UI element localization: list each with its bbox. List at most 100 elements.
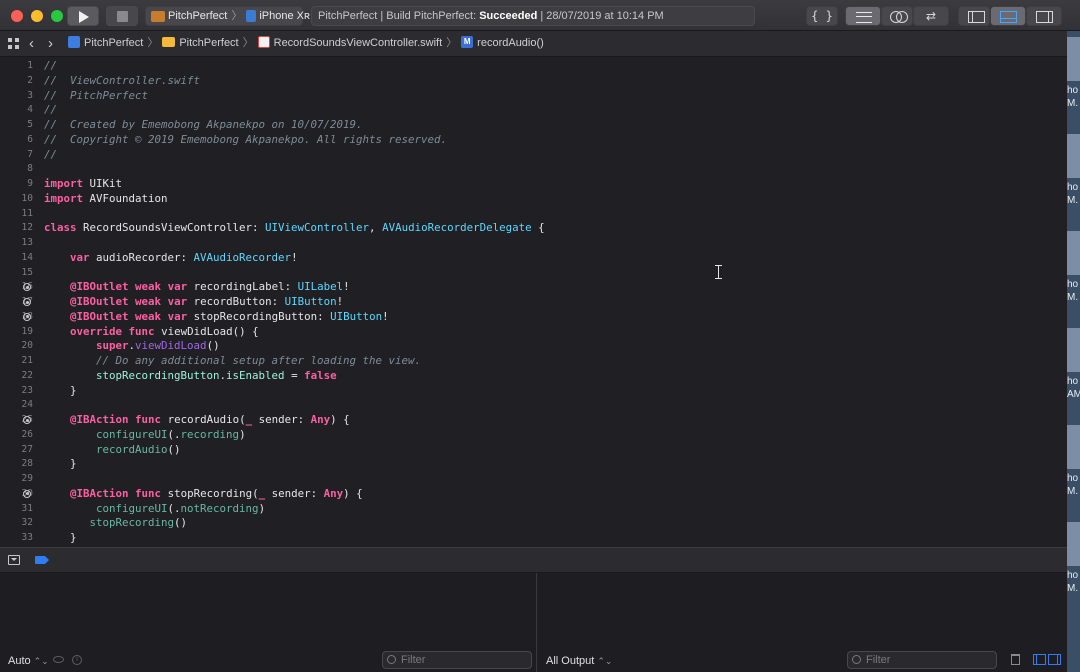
code-line[interactable]: 32 stopRecording() xyxy=(0,516,1067,531)
line-number[interactable]: 23 xyxy=(14,384,33,399)
code-line[interactable]: 14 var audioRecorder: AVAudioRecorder! xyxy=(0,251,1067,266)
back-chevron-icon[interactable]: ‹ xyxy=(29,36,34,51)
desktop-file-thumbnail[interactable] xyxy=(1067,231,1080,275)
line-number[interactable]: 10 xyxy=(14,192,33,207)
desktop-file-thumbnail[interactable] xyxy=(1067,328,1080,372)
code-line[interactable]: 24 xyxy=(0,398,1067,413)
line-number[interactable]: 3 xyxy=(14,89,33,104)
line-number[interactable]: 12 xyxy=(14,221,33,236)
code-line[interactable]: 27 recordAudio() xyxy=(0,443,1067,458)
close-window-button[interactable] xyxy=(11,10,23,22)
minimize-window-button[interactable] xyxy=(31,10,43,22)
toggle-inspector-button[interactable] xyxy=(1026,6,1062,26)
code-line[interactable]: 25 @IBAction func recordAudio(_ sender: … xyxy=(0,413,1067,428)
line-number[interactable]: 33 xyxy=(14,531,33,546)
line-number[interactable]: 31 xyxy=(14,502,33,517)
code-line[interactable]: 16 @IBOutlet weak var recordingLabel: UI… xyxy=(0,280,1067,295)
library-button[interactable]: { } xyxy=(806,6,838,26)
console-scope-popup[interactable]: All Output ⌃⌄ xyxy=(546,655,612,667)
code-line[interactable]: 17 @IBOutlet weak var recordButton: UIBu… xyxy=(0,295,1067,310)
code-line[interactable]: 19 override func viewDidLoad() { xyxy=(0,325,1067,340)
line-number[interactable]: 20 xyxy=(14,339,33,354)
code-line[interactable]: 2 // ViewController.swift xyxy=(0,74,1067,89)
code-line[interactable]: 13 xyxy=(0,236,1067,251)
code-line[interactable]: 22 stopRecordingButton.isEnabled = false xyxy=(0,369,1067,384)
connection-outlet-icon[interactable] xyxy=(23,489,31,498)
code-line[interactable]: 29 xyxy=(0,472,1067,487)
source-editor[interactable]: 1 // 2 // ViewController.swift 3 // PitchPerf… xyxy=(0,57,1067,547)
stop-button[interactable] xyxy=(106,6,138,26)
breadcrumb-symbol[interactable]: MrecordAudio() xyxy=(461,31,544,56)
code-line[interactable]: 20 super.viewDidLoad() xyxy=(0,339,1067,354)
desktop-file-thumbnail[interactable] xyxy=(1067,522,1080,566)
line-number[interactable]: 7 xyxy=(14,148,33,163)
assistant-editor-button[interactable] xyxy=(881,6,913,26)
code-line[interactable]: 4 // xyxy=(0,103,1067,118)
line-number[interactable]: 21 xyxy=(14,354,33,369)
code-line[interactable]: 6 // Copyright © 2019 Ememobong Akpanekpo… xyxy=(0,133,1067,148)
toggle-navigator-button[interactable] xyxy=(958,6,990,26)
forward-chevron-icon[interactable]: › xyxy=(48,36,53,51)
variables-filter-field[interactable]: Filter xyxy=(382,651,532,669)
desktop-file-thumbnail[interactable] xyxy=(1067,37,1080,81)
breadcrumb-group[interactable]: PitchPerfect xyxy=(162,31,239,56)
line-number[interactable]: 5 xyxy=(14,118,33,133)
code-line[interactable]: 11 xyxy=(0,207,1067,222)
connection-outlet-icon[interactable] xyxy=(23,298,31,306)
line-number[interactable]: 28 xyxy=(14,457,33,472)
console-filter-field[interactable]: Filter xyxy=(847,651,997,669)
run-button[interactable] xyxy=(67,6,99,26)
line-number[interactable]: 32 xyxy=(14,516,33,531)
code-line[interactable]: 9 import UIKit xyxy=(0,177,1067,192)
code-line[interactable]: 8 xyxy=(0,162,1067,177)
desktop-file-thumbnail[interactable] xyxy=(1067,425,1080,469)
line-number[interactable]: 1 xyxy=(14,59,33,74)
code-line[interactable]: 12 class RecordSoundsViewController: UIVi… xyxy=(0,221,1067,236)
zoom-window-button[interactable] xyxy=(51,10,63,22)
line-number[interactable]: 14 xyxy=(14,251,33,266)
trash-icon[interactable] xyxy=(1011,654,1020,665)
eye-icon[interactable] xyxy=(53,656,64,663)
connection-outlet-icon[interactable] xyxy=(23,416,31,424)
variables-scope-popup[interactable]: Auto ⌃⌄ xyxy=(8,655,49,667)
line-number[interactable]: 8 xyxy=(14,162,33,177)
related-items-grid-icon[interactable] xyxy=(8,38,19,49)
code-line[interactable]: 10 import AVFoundation xyxy=(0,192,1067,207)
code-line[interactable]: 15 xyxy=(0,266,1067,281)
code-line[interactable]: 5 // Created by Ememobong Akpanekpo on 10… xyxy=(0,118,1067,133)
line-number[interactable]: 19 xyxy=(14,325,33,340)
code-line[interactable]: 18 @IBOutlet weak var stopRecordingButto… xyxy=(0,310,1067,325)
hide-debug-area-icon[interactable] xyxy=(8,555,20,565)
code-line[interactable]: 33 } xyxy=(0,531,1067,546)
show-console-view-icon[interactable] xyxy=(1048,654,1061,665)
code-line[interactable]: 1 // xyxy=(0,59,1067,74)
breadcrumb-file[interactable]: RecordSoundsViewController.swift xyxy=(257,31,442,56)
line-number[interactable]: 22 xyxy=(14,369,33,384)
info-icon[interactable]: i xyxy=(72,655,82,665)
code-line[interactable]: 30 @IBAction func stopRecording(_ sender… xyxy=(0,487,1067,502)
scheme-selector[interactable]: PitchPerfect 〉 iPhone Xʀ xyxy=(145,6,310,26)
line-number[interactable]: 9 xyxy=(14,177,33,192)
line-number[interactable]: 2 xyxy=(14,74,33,89)
connection-outlet-icon[interactable] xyxy=(23,312,31,321)
code-line[interactable]: 31 configureUI(.notRecording) xyxy=(0,502,1067,517)
line-number[interactable]: 26 xyxy=(14,428,33,443)
breadcrumb-project[interactable]: PitchPerfect xyxy=(68,31,143,56)
line-number[interactable]: 13 xyxy=(14,236,33,251)
line-number[interactable]: 11 xyxy=(14,207,33,222)
code-line[interactable]: 21 // Do any additional setup after load… xyxy=(0,354,1067,369)
line-number[interactable]: 15 xyxy=(14,266,33,281)
code-line[interactable]: 23 } xyxy=(0,384,1067,399)
line-number[interactable]: 6 xyxy=(14,133,33,148)
toggle-debug-area-button[interactable] xyxy=(990,6,1026,26)
code-line[interactable]: 3 // PitchPerfect xyxy=(0,89,1067,104)
code-line[interactable]: 26 configureUI(.recording) xyxy=(0,428,1067,443)
standard-editor-button[interactable] xyxy=(845,6,881,26)
show-variables-view-icon[interactable] xyxy=(1033,654,1046,665)
line-number[interactable]: 24 xyxy=(14,398,33,413)
code-line[interactable]: 28 } xyxy=(0,457,1067,472)
line-number[interactable]: 29 xyxy=(14,472,33,487)
breakpoints-toggle-icon[interactable] xyxy=(35,556,49,564)
line-number[interactable]: 27 xyxy=(14,443,33,458)
code-line[interactable]: 7 // xyxy=(0,148,1067,163)
